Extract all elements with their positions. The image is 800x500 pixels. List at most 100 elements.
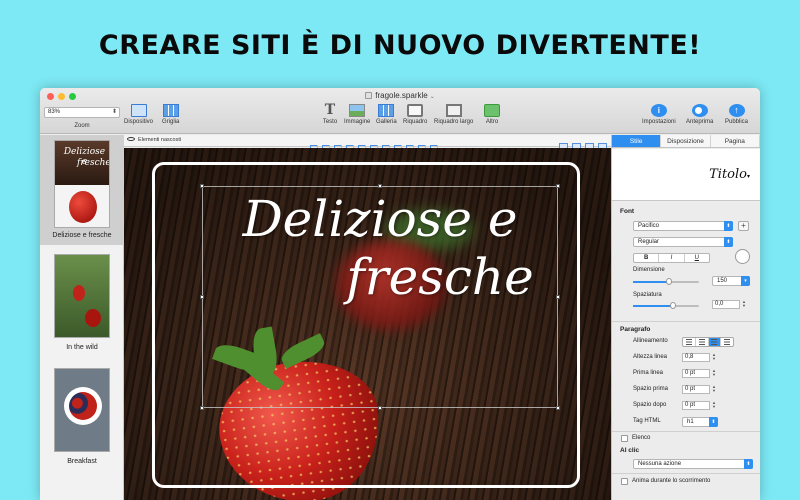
zoom-select[interactable]: 83% ⬍: [44, 107, 120, 118]
tab-stile[interactable]: Stile: [612, 135, 662, 147]
box-tool-button[interactable]: Riquadro: [403, 104, 427, 125]
hidden-elements-toggle[interactable]: Elementi nascosti: [127, 137, 181, 143]
font-family-value: Pacifico: [638, 223, 660, 229]
align-center-icon[interactable]: [695, 338, 709, 346]
resize-handle[interactable]: [378, 406, 382, 410]
tab-pagina[interactable]: Pagina: [710, 135, 760, 147]
inspector-panel: Stile Disposizione Pagina Titolo▾ Font P…: [611, 135, 760, 500]
more-tool-label: Altro: [485, 119, 499, 125]
alignment-control: [682, 337, 734, 347]
page-item-in-the-wild[interactable]: In the wild: [40, 249, 124, 359]
image-tool-label: Immagine: [344, 119, 371, 125]
font-family-select[interactable]: Pacifico ⬍: [633, 221, 733, 231]
resize-handle[interactable]: [556, 406, 560, 410]
add-font-button[interactable]: +: [738, 221, 749, 231]
text-color-well[interactable]: [735, 249, 750, 264]
grid-label: Griglia: [162, 119, 180, 125]
grid-button[interactable]: Griglia: [162, 104, 179, 125]
line-height-field[interactable]: 0,8: [682, 353, 710, 362]
pages-sidebar: Deliziose e fresche Deliziose e fresche …: [40, 135, 124, 500]
size-slider-fill: [633, 281, 669, 283]
style-preview[interactable]: Titolo▾: [612, 149, 760, 201]
more-tool-button[interactable]: Altro: [484, 104, 500, 125]
page-thumbnail: Deliziose e fresche: [54, 140, 110, 228]
spacing-slider[interactable]: [633, 302, 699, 309]
html-tag-label: Tag HTML: [633, 418, 661, 424]
window-title-text: fragole.sparkle: [375, 91, 428, 100]
box-tool-label: Riquadro: [403, 119, 428, 125]
align-right-icon[interactable]: [708, 338, 722, 346]
image-tool-button[interactable]: Immagine: [344, 104, 370, 125]
space-after-stepper[interactable]: ▲ ▼: [711, 401, 717, 410]
hero-title[interactable]: Deliziose e fresche: [202, 186, 558, 306]
canvas-toolbar: Elementi nascosti: [124, 135, 611, 151]
italic-button[interactable]: I: [659, 254, 685, 262]
divider: [612, 473, 760, 474]
gallery-icon: [378, 104, 395, 117]
html-tag-select[interactable]: h1 ⬍: [682, 417, 718, 427]
first-line-label: Prima linea: [633, 370, 664, 376]
publish-label: Pubblica: [725, 119, 749, 125]
settings-label: Impostazioni: [642, 119, 676, 125]
align-justify-icon[interactable]: [721, 338, 733, 346]
window-title[interactable]: fragole.sparkle ⌄: [40, 91, 760, 100]
info-icon: i: [650, 104, 667, 117]
first-line-stepper[interactable]: ▲ ▼: [711, 369, 717, 378]
gallery-tool-button[interactable]: Galleria: [376, 104, 397, 125]
line-height-stepper[interactable]: ▲ ▼: [711, 353, 717, 362]
monitor-icon: [130, 104, 147, 117]
line-height-label: Altezza linea: [633, 354, 668, 360]
spacing-stepper[interactable]: ▲ ▼: [741, 300, 747, 309]
list-checkbox[interactable]: [621, 435, 628, 442]
stepper-icon: ⬍: [744, 459, 753, 469]
underline-button[interactable]: U: [685, 254, 709, 262]
size-slider[interactable]: [633, 278, 699, 285]
headline: CREARE SITI È DI NUOVO DIVERTENTE!: [98, 30, 702, 61]
settings-button[interactable]: i Impostazioni: [642, 104, 676, 125]
eye-icon: [691, 104, 708, 117]
design-canvas[interactable]: Deliziose e fresche: [124, 148, 611, 500]
text-icon: T: [324, 102, 336, 118]
upload-icon: ↑: [728, 104, 745, 117]
on-click-section-label: Al clic: [620, 447, 640, 454]
align-left-icon[interactable]: [683, 338, 696, 346]
first-line-field[interactable]: 0 pt: [682, 369, 710, 378]
more-icon: [484, 104, 500, 117]
text-tool-button[interactable]: T Testo: [322, 102, 338, 125]
space-before-stepper[interactable]: ▲ ▼: [711, 385, 717, 394]
zoom-value: 83%: [48, 109, 61, 115]
hero-title-line1: Deliziose e: [242, 190, 518, 248]
strawberry-image: [73, 285, 85, 301]
strawberry-image: [85, 309, 101, 327]
page-item-breakfast[interactable]: Breakfast: [40, 363, 124, 473]
size-value: 150: [717, 278, 728, 284]
chevron-down-icon: ▾: [741, 276, 750, 286]
spacing-slider-knob[interactable]: [670, 302, 676, 309]
stepper-icon: ⬍: [111, 109, 117, 115]
preview-button[interactable]: Anteprima: [686, 104, 713, 125]
alignment-label: Allineamento: [633, 338, 668, 344]
hero-title-line2: fresche: [346, 248, 534, 306]
size-slider-knob[interactable]: [666, 278, 672, 285]
resize-handle[interactable]: [200, 406, 204, 410]
space-after-field[interactable]: 0 pt: [682, 401, 710, 410]
page-label: Deliziose e fresche: [52, 232, 112, 239]
font-weight-select[interactable]: Regular ⬍: [633, 237, 733, 247]
space-before-field[interactable]: 0 pt: [682, 385, 710, 394]
spacing-field[interactable]: 0,0: [712, 300, 740, 309]
bold-button[interactable]: B: [634, 254, 660, 262]
publish-button[interactable]: ↑ Pubblica: [725, 104, 748, 125]
wide-box-tool-button[interactable]: Riquadro largo: [434, 104, 473, 125]
strawberry-image: [69, 191, 97, 223]
style-sample[interactable]: Titolo▾: [709, 167, 750, 182]
size-field[interactable]: 150 ▾: [712, 276, 750, 286]
thumbnail-title-text-2: fresche: [77, 158, 110, 168]
page-item-deliziose[interactable]: Deliziose e fresche Deliziose e fresche: [40, 135, 124, 245]
animate-checkbox[interactable]: [621, 478, 628, 485]
on-click-select[interactable]: Nessuna azione ⬍: [633, 459, 753, 469]
tab-disposizione[interactable]: Disposizione: [661, 135, 711, 147]
html-tag-value: h1: [687, 419, 694, 425]
gallery-tool-label: Galleria: [376, 119, 397, 125]
device-button[interactable]: Dispositivo: [124, 104, 153, 125]
chevron-down-icon: ⌄: [429, 94, 435, 100]
